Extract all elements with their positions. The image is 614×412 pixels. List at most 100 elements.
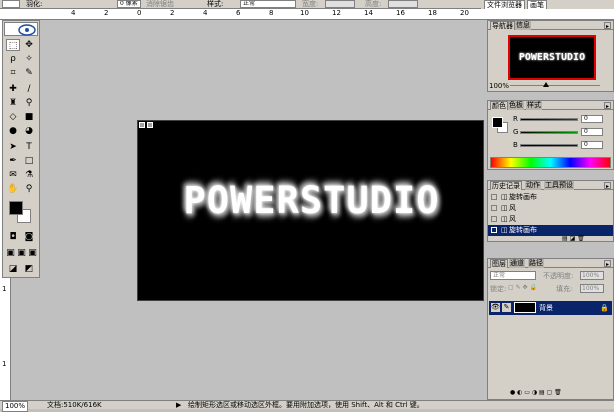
tab-navigator[interactable]: 导航器 bbox=[490, 21, 515, 30]
opacity-input[interactable]: 100% bbox=[580, 271, 604, 280]
path-select-icon[interactable]: ➤ bbox=[6, 141, 20, 153]
slice-tool-icon[interactable]: ✎ bbox=[22, 67, 36, 79]
fg-color-chip[interactable] bbox=[492, 117, 503, 128]
tool-preset-picker[interactable] bbox=[2, 0, 20, 8]
history-item-label: 旋转画布 bbox=[509, 226, 537, 234]
channel-b-slider[interactable] bbox=[520, 144, 578, 147]
layers-footer-icons[interactable]: ● ◐ ▭ ◑ ▤ ▢ 🗑 bbox=[510, 389, 562, 397]
jump-to-imageready-icon[interactable]: ◪ bbox=[6, 263, 20, 275]
tab-swatches[interactable]: 色板 bbox=[508, 101, 524, 110]
adobe-online-icon[interactable] bbox=[4, 22, 38, 36]
ruler-tick: 2 bbox=[170, 9, 175, 17]
history-brush-icon[interactable]: ⚲ bbox=[22, 97, 36, 109]
history-brush-source-icon[interactable] bbox=[491, 194, 497, 200]
foreground-color-swatch[interactable] bbox=[9, 201, 23, 215]
tab-layers[interactable]: 图层 bbox=[490, 259, 508, 268]
doc-minimize-icon[interactable] bbox=[139, 122, 145, 128]
feather-label: 羽化: bbox=[26, 0, 43, 8]
blur-tool-icon[interactable]: ● bbox=[6, 125, 20, 137]
palette-menu-icon[interactable]: ▸ bbox=[604, 22, 611, 30]
history-footer-icons[interactable]: ▤ ◪ 🗑 bbox=[562, 236, 585, 242]
quick-mask-icon[interactable]: ◙ bbox=[22, 231, 36, 243]
tab-styles[interactable]: 样式 bbox=[526, 101, 542, 110]
shape-tool-icon[interactable]: □ bbox=[22, 155, 36, 167]
palette-menu-icon[interactable]: ▸ bbox=[604, 102, 611, 110]
navigator-tabs: 导航器 信息 ▸ bbox=[488, 21, 613, 30]
zoom-slider-handle[interactable] bbox=[543, 82, 549, 87]
antialias-checkbox[interactable]: 消除锯齿 bbox=[146, 0, 174, 9]
color-ramp[interactable] bbox=[490, 157, 611, 168]
width-label: 宽度: bbox=[302, 0, 319, 8]
channel-r-value[interactable]: 0 bbox=[581, 115, 603, 123]
history-brush-source-icon[interactable] bbox=[491, 205, 497, 211]
imageready-icon[interactable]: ◩ bbox=[22, 263, 36, 275]
status-bar: 100% 文档:510K/616K ▶ 绘制矩形选区或移动选区外框。要用附加选项… bbox=[0, 400, 614, 412]
tab-tool-presets[interactable]: 工具预设 bbox=[544, 181, 574, 190]
height-input[interactable] bbox=[388, 0, 418, 8]
healing-brush-icon[interactable]: ✚ bbox=[6, 83, 20, 95]
well-tab-brushes[interactable]: 画笔 bbox=[527, 0, 547, 9]
brush-link-icon[interactable]: ✎ bbox=[502, 303, 511, 312]
brush-tool-icon[interactable]: ∕ bbox=[22, 83, 36, 95]
width-input[interactable] bbox=[325, 0, 355, 8]
tab-actions[interactable]: 动作 bbox=[525, 181, 541, 190]
channel-g-slider[interactable] bbox=[520, 131, 578, 134]
magic-wand-icon[interactable]: ✧ bbox=[22, 53, 36, 65]
palette-menu-icon[interactable]: ▸ bbox=[604, 182, 611, 190]
lock-icons[interactable]: ▢ ✎ ✥ 🔒 bbox=[508, 284, 537, 291]
ruler-tick: 4 bbox=[71, 9, 76, 17]
lasso-tool-icon[interactable]: ρ bbox=[6, 53, 20, 65]
channel-g-value[interactable]: 0 bbox=[581, 128, 603, 136]
style-select[interactable]: 正常 bbox=[240, 0, 296, 8]
palette-menu-icon[interactable]: ▸ bbox=[604, 260, 611, 268]
history-item[interactable]: ◫ 风 bbox=[488, 214, 613, 225]
status-zoom[interactable]: 100% bbox=[2, 401, 29, 412]
channel-b-value[interactable]: 0 bbox=[581, 141, 603, 149]
navigator-thumbnail[interactable]: POWERSTUDIO bbox=[508, 35, 596, 80]
tab-info[interactable]: 信息 bbox=[515, 21, 531, 30]
navigator-zoom[interactable]: 100% bbox=[489, 82, 509, 90]
standard-mode-icon[interactable]: ◘ bbox=[6, 231, 20, 243]
history-item[interactable]: ◫ 风 bbox=[488, 203, 613, 214]
screen-mode-full-icon[interactable]: ▣ bbox=[27, 247, 38, 259]
history-brush-source-icon[interactable] bbox=[491, 216, 497, 222]
feather-input[interactable]: 0 像素 bbox=[117, 0, 141, 8]
ruler-tick: 1 bbox=[2, 360, 7, 368]
tab-channels[interactable]: 通道 bbox=[509, 259, 525, 268]
hand-tool-icon[interactable]: ✋ bbox=[6, 183, 20, 195]
document-canvas[interactable]: POWERSTUDIO bbox=[137, 120, 484, 301]
dodge-tool-icon[interactable]: ◕ bbox=[22, 125, 36, 137]
style-label: 样式: bbox=[207, 0, 224, 8]
layer-name[interactable]: 背景 bbox=[539, 301, 553, 315]
eyedropper-icon[interactable]: ⚗ bbox=[22, 169, 36, 181]
crop-tool-icon[interactable]: ⌗ bbox=[6, 67, 20, 79]
doc-maximize-icon[interactable] bbox=[147, 122, 153, 128]
notes-tool-icon[interactable]: ✉ bbox=[6, 169, 20, 181]
type-tool-icon[interactable]: T bbox=[22, 141, 36, 153]
channel-r-slider[interactable] bbox=[520, 118, 578, 121]
screen-mode-full-menu-icon[interactable]: ▣ bbox=[16, 247, 27, 259]
eye-icon[interactable]: 👁 bbox=[491, 303, 500, 312]
history-item-selected[interactable]: ◫ 旋转画布 bbox=[488, 225, 613, 236]
history-step-icon: ◫ bbox=[501, 193, 508, 201]
move-tool-icon[interactable]: ✥ bbox=[22, 39, 36, 51]
gradient-tool-icon[interactable]: ■ bbox=[22, 111, 36, 123]
tab-history[interactable]: 历史记录 bbox=[490, 181, 522, 190]
marquee-tool-icon[interactable]: ⬚ bbox=[6, 39, 20, 51]
well-tab-file-browser[interactable]: 文件浏览器 bbox=[484, 0, 525, 9]
history-palette: 历史记录 动作 工具预设 ▸ ◫ 旋转画布 ◫ 风 ◫ 风 ◫ 旋转画布 ▤ ◪… bbox=[487, 180, 614, 242]
clone-stamp-icon[interactable]: ♜ bbox=[6, 97, 20, 109]
toolbox: ⬚ ✥ ρ ✧ ⌗ ✎ ✚ ∕ ♜ ⚲ ◇ ■ ● ◕ ➤ T ✒ □ ✉ ⚗ … bbox=[2, 20, 40, 278]
pen-tool-icon[interactable]: ✒ bbox=[6, 155, 20, 167]
zoom-slider[interactable] bbox=[510, 85, 600, 86]
screen-mode-standard-icon[interactable]: ▣ bbox=[5, 247, 16, 259]
blend-mode-select[interactable]: 正常 bbox=[490, 271, 536, 280]
tab-color[interactable]: 颜色 bbox=[490, 101, 508, 110]
history-brush-source-icon[interactable] bbox=[491, 227, 497, 233]
eraser-tool-icon[interactable]: ◇ bbox=[6, 111, 20, 123]
history-item[interactable]: ◫ 旋转画布 bbox=[488, 192, 613, 203]
zoom-tool-icon[interactable]: ⚲ bbox=[22, 183, 36, 195]
tab-paths[interactable]: 路径 bbox=[528, 259, 544, 268]
fill-input[interactable]: 100% bbox=[580, 284, 604, 293]
layer-row[interactable]: 👁 ✎ 背景 🔒 bbox=[489, 301, 612, 315]
